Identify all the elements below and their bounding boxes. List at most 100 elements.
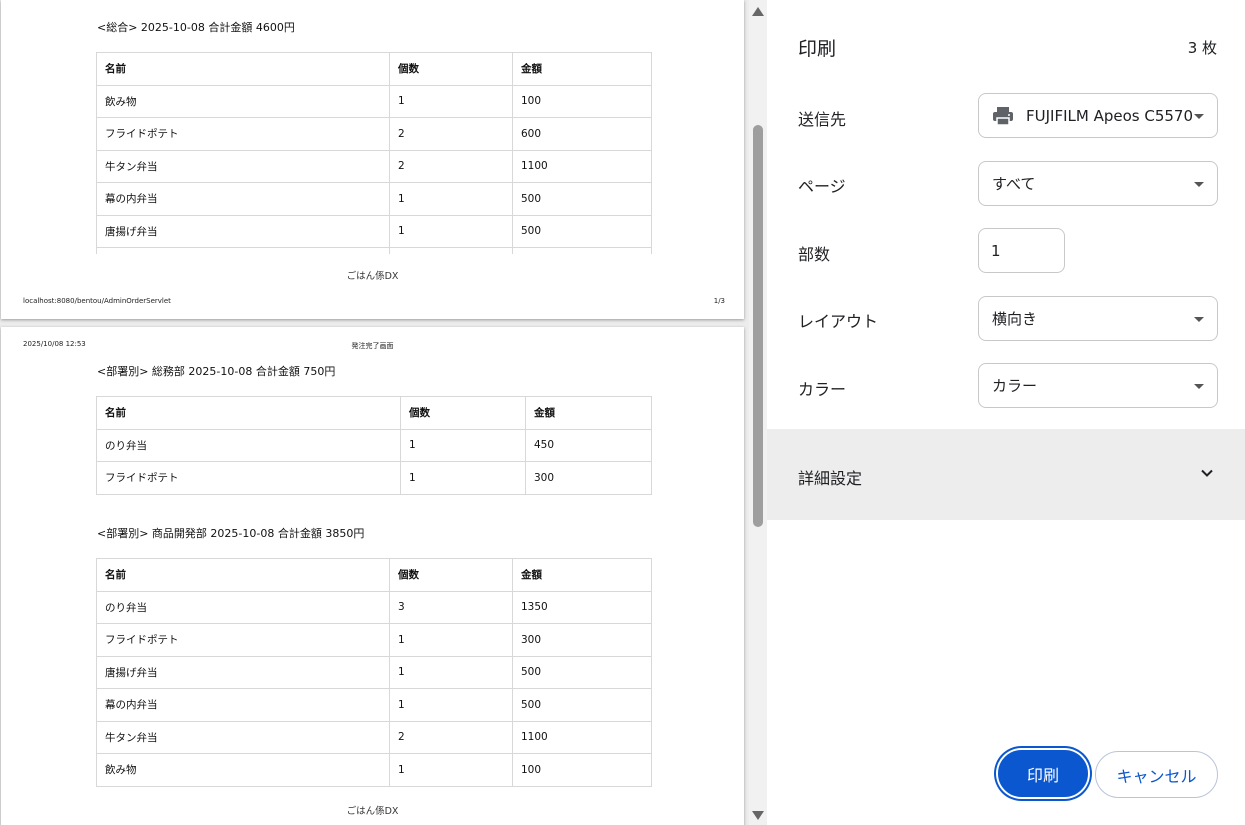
cell-amount: 1350 <box>512 590 652 624</box>
cell-name: フライドポテト <box>96 117 390 151</box>
cell-qty: 1 <box>389 214 513 248</box>
cell-qty: 2 <box>389 720 513 754</box>
cell-amount: 500 <box>512 655 652 689</box>
print-button[interactable]: 印刷 <box>998 750 1088 797</box>
table-row: 牛タン弁当 2 1100 <box>96 720 652 754</box>
pages-label: ページ <box>798 177 846 196</box>
panel-title: 印刷 <box>798 38 837 60</box>
col-header-name: 名前 <box>96 52 390 86</box>
table-row: のり弁当 1 450 <box>96 428 652 462</box>
cell-name: 唐揚げ弁当 <box>96 655 390 689</box>
cell-amount: 300 <box>525 461 652 495</box>
table-row: 飲み物 1 100 <box>96 753 652 787</box>
destination-select[interactable]: FUJIFILM Apeos C5570 <box>978 93 1218 138</box>
layout-select[interactable]: 横向き <box>978 296 1218 341</box>
table-row <box>96 247 652 254</box>
cell-name: 牛タン弁当 <box>96 720 390 754</box>
print-preview[interactable]: <総合> 2025-10-08 合計金額 4600円 名前 個数 金額 飲み物 1… <box>0 0 767 825</box>
cell-qty: 3 <box>389 590 513 624</box>
cell-amount: 100 <box>512 84 652 118</box>
layout-value: 横向き <box>992 310 1038 328</box>
cell-name: 飲み物 <box>96 753 390 787</box>
col-header-amount: 金額 <box>512 558 652 592</box>
cell-name: フライドポテト <box>96 623 390 657</box>
advanced-settings-toggle[interactable]: 詳細設定 <box>767 429 1245 520</box>
col-header-name: 名前 <box>96 396 401 430</box>
table-row: 幕の内弁当 1 500 <box>96 182 652 216</box>
chevron-down-icon <box>1194 114 1204 119</box>
order-table-dept-2: 名前 個数 金額 のり弁当 3 1350 フライドポテト 1 300 唐揚げ弁当 1 500… <box>96 558 652 787</box>
cell-qty: 2 <box>389 149 513 183</box>
page-footer-app-name: ごはん係DX <box>346 271 399 282</box>
cell-name: 唐揚げ弁当 <box>96 214 390 248</box>
chevron-down-icon <box>1201 469 1213 477</box>
cell-qty: 1 <box>389 753 513 787</box>
cell-qty: 1 <box>389 655 513 689</box>
cell-qty: 1 <box>389 182 513 216</box>
table-row: 唐揚げ弁当 1 500 <box>96 655 652 689</box>
cell-qty: 1 <box>389 623 513 657</box>
page-footer-app-name: ごはん係DX <box>346 806 399 817</box>
destination-label: 送信先 <box>798 110 847 129</box>
chevron-down-icon <box>1194 317 1204 322</box>
cell-amount: 500 <box>512 688 652 722</box>
table-row: 幕の内弁当 1 500 <box>96 688 652 722</box>
table-clip: 名前 個数 金額 飲み物 1 100 フライドポテト 2 600 牛タン弁当 2 1100 … <box>96 52 653 254</box>
preview-page-2: 2025/10/08 12:53 発注完了画面 <部署別> 総務部 2025-1… <box>1 327 744 825</box>
order-table-total: 名前 個数 金額 飲み物 1 100 フライドポテト 2 600 牛タン弁当 2 1100 … <box>96 52 652 254</box>
col-header-qty: 個数 <box>400 396 526 430</box>
table-row: のり弁当 3 1350 <box>96 590 652 624</box>
chevron-down-icon <box>1194 384 1204 389</box>
table-row: 牛タン弁当 2 1100 <box>96 149 652 183</box>
pages-select[interactable]: すべて <box>978 161 1218 206</box>
cell-amount: 1100 <box>512 149 652 183</box>
layout-label: レイアウト <box>798 312 879 331</box>
cell-amount: 450 <box>525 428 652 462</box>
advanced-settings-label: 詳細設定 <box>798 469 863 488</box>
printer-icon <box>992 106 1014 126</box>
cell-name: のり弁当 <box>96 428 401 462</box>
section-title-dept-2: <部署別> 商品開発部 2025-10-08 合計金額 3850円 <box>97 527 365 540</box>
cell-amount: 1100 <box>512 720 652 754</box>
col-header-qty: 個数 <box>389 558 513 592</box>
table-header-row: 名前 個数 金額 <box>96 558 652 592</box>
destination-value: FUJIFILM Apeos C5570 <box>1026 106 1193 125</box>
scroll-down-arrow-icon[interactable] <box>752 811 764 820</box>
cell-name: 牛タン弁当 <box>96 149 390 183</box>
print-settings-panel: 印刷 3 枚 送信先 FUJIFILM Apeos C5570 ページ すべて … <box>767 0 1245 825</box>
cell-amount: 500 <box>512 214 652 248</box>
copies-label: 部数 <box>798 245 831 264</box>
table-header-row: 名前 個数 金額 <box>96 396 652 430</box>
table-row: 唐揚げ弁当 1 500 <box>96 214 652 248</box>
cell-name: 飲み物 <box>96 84 390 118</box>
col-header-name: 名前 <box>96 558 390 592</box>
page-footer-number: 1/3 <box>713 297 725 305</box>
cell-amount: 100 <box>512 753 652 787</box>
page-footer-url: localhost:8080/bentou/AdminOrderServlet <box>23 297 171 305</box>
table-row: 飲み物 1 100 <box>96 84 652 118</box>
cell-qty: 1 <box>389 688 513 722</box>
cancel-button[interactable]: キャンセル <box>1095 751 1218 798</box>
cell-amount: 500 <box>512 182 652 216</box>
cell-qty: 1 <box>389 84 513 118</box>
scrollbar-thumb[interactable] <box>753 125 763 527</box>
scroll-up-arrow-icon[interactable] <box>752 7 764 16</box>
col-header-qty: 個数 <box>389 52 513 86</box>
cell-qty: 1 <box>400 428 526 462</box>
chevron-down-icon <box>1194 182 1204 187</box>
cell-name: のり弁当 <box>96 590 390 624</box>
cell-name: 幕の内弁当 <box>96 182 390 216</box>
cell-amount: 600 <box>512 117 652 151</box>
color-label: カラー <box>798 380 847 399</box>
table-row: フライドポテト 2 600 <box>96 117 652 151</box>
cell-amount: 300 <box>512 623 652 657</box>
cell-name: フライドポテト <box>96 461 401 495</box>
col-header-amount: 金額 <box>512 52 652 86</box>
sheet-count: 3 枚 <box>1187 39 1217 57</box>
preview-scrollbar[interactable] <box>749 0 767 825</box>
color-select[interactable]: カラー <box>978 363 1218 408</box>
preview-page-1: <総合> 2025-10-08 合計金額 4600円 名前 個数 金額 飲み物 1… <box>1 0 744 319</box>
table-header-row: 名前 個数 金額 <box>96 52 652 86</box>
order-table-dept-1: 名前 個数 金額 のり弁当 1 450 フライドポテト 1 300 <box>96 396 652 495</box>
copies-input[interactable] <box>978 228 1065 273</box>
